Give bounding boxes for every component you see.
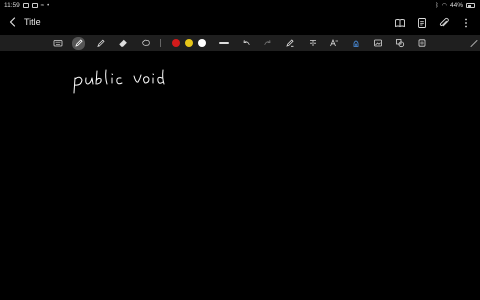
shapes-tool[interactable] (394, 37, 406, 49)
text-style-tool[interactable] (328, 37, 340, 49)
eraser-tool[interactable] (117, 37, 129, 49)
color-swatch-red[interactable] (172, 39, 180, 47)
favorite-pen-icon (353, 40, 359, 47)
handwriting-ink (73, 69, 165, 94)
status-time: 11:59 (4, 2, 20, 9)
title-actions (392, 15, 474, 31)
lasso-icon (142, 39, 150, 46)
vpn-icon: ≈ (40, 2, 45, 9)
pen-settings-button[interactable] (468, 37, 480, 49)
redo-button[interactable] (262, 37, 274, 49)
stylus-icon (470, 40, 478, 47)
eraser-icon (119, 39, 127, 47)
highlighter-tool[interactable] (95, 37, 107, 49)
paperclip-icon (439, 17, 449, 27)
sticker-tool[interactable] (416, 37, 428, 49)
text-style-icon (330, 38, 338, 47)
redo-icon (264, 40, 271, 45)
book-view-button[interactable] (392, 15, 408, 31)
toolbar-divider (160, 39, 161, 47)
shape-pen-tool[interactable] (284, 37, 296, 49)
screen-record-icon (22, 3, 29, 8)
battery-percent: 44% (449, 2, 463, 9)
back-arrow-icon (9, 17, 16, 27)
lasso-tool[interactable] (140, 37, 152, 49)
color-swatch-yellow[interactable] (185, 39, 193, 47)
bluetooth-icon: ᛒ (435, 2, 439, 9)
shape-pen-icon (286, 39, 294, 47)
stroke-width-selector[interactable] (219, 42, 229, 44)
pen-toolbar (0, 35, 480, 51)
more-vertical-icon (465, 18, 467, 28)
highlighter-icon (97, 39, 105, 48)
attach-button[interactable] (436, 15, 452, 31)
pages-button[interactable] (414, 15, 430, 31)
book-icon (395, 19, 405, 28)
title-bar: Title (0, 12, 480, 34)
shapes-icon (396, 39, 405, 48)
image-icon (374, 39, 382, 47)
wifi-icon: ◠ (441, 2, 447, 9)
pen-icon (74, 39, 83, 47)
text-icon (310, 40, 316, 46)
battery-icon (466, 3, 475, 8)
document-icon (418, 18, 426, 28)
back-button[interactable] (6, 15, 20, 29)
more-notifications-icon: • (47, 2, 50, 9)
color-swatch-white[interactable] (198, 39, 206, 47)
undo-icon (243, 40, 250, 45)
undo-button[interactable] (240, 37, 252, 49)
note-title[interactable]: Title (24, 17, 41, 27)
status-bar: 11:59 ≈ • ᛒ ◠ 44% (0, 0, 480, 12)
note-canvas[interactable] (0, 51, 480, 300)
image-tool[interactable] (372, 37, 384, 49)
text-tool[interactable] (307, 37, 319, 49)
sticker-icon (418, 39, 426, 47)
notification-icon (31, 3, 38, 8)
pen-tool[interactable] (72, 36, 85, 50)
favorite-pen-tool[interactable] (350, 37, 362, 49)
keyboard-icon (53, 40, 63, 47)
keyboard-tool[interactable] (52, 37, 64, 49)
more-options-button[interactable] (458, 15, 474, 31)
status-left: 11:59 ≈ • (4, 2, 49, 9)
status-right: ᛒ ◠ 44% (435, 2, 475, 9)
